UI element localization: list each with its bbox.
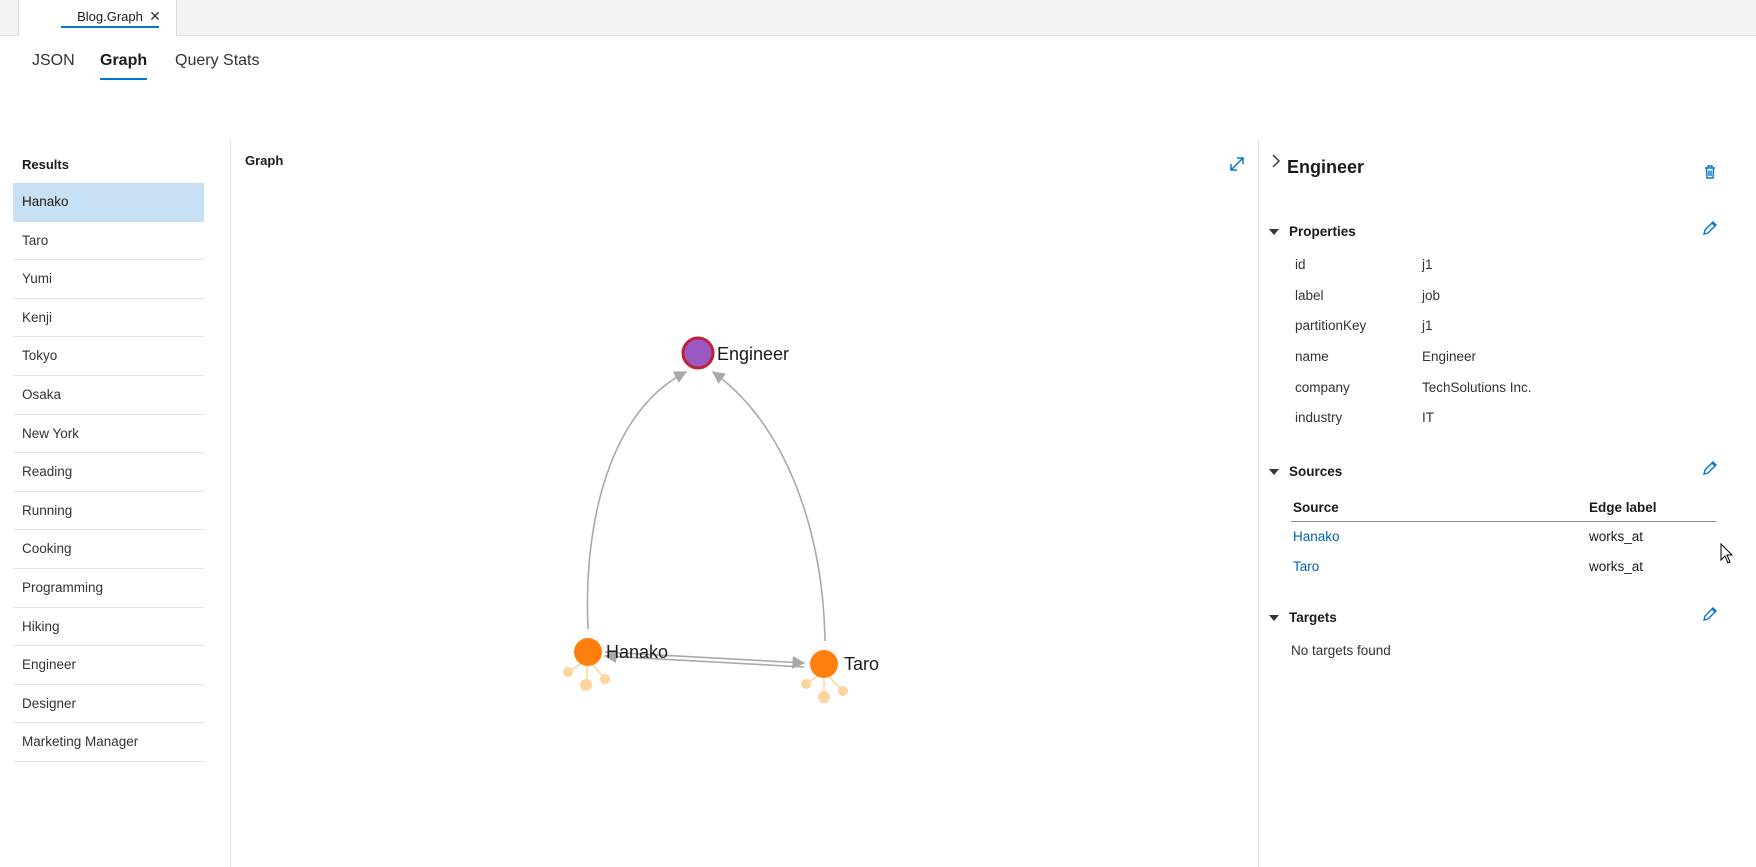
edge-label-cell: works_at bbox=[1589, 529, 1644, 544]
no-targets-message: No targets found bbox=[1291, 643, 1391, 658]
sources-section-toggle[interactable]: Sources bbox=[1269, 464, 1342, 479]
result-item-reading[interactable]: Reading bbox=[13, 453, 204, 492]
results-list: Hanako Taro Yumi Kenji Tokyo Osaka New Y… bbox=[13, 183, 204, 762]
edit-properties-pencil-icon[interactable] bbox=[1700, 218, 1720, 238]
close-icon[interactable]: ✕ bbox=[147, 8, 163, 26]
result-item-new-york[interactable]: New York bbox=[13, 415, 204, 454]
graph-heading: Graph bbox=[245, 153, 284, 168]
source-link-hanako[interactable]: Hanako bbox=[1293, 529, 1340, 544]
tab-strip-gutter bbox=[0, 0, 19, 36]
edge-label-cell: works_at bbox=[1589, 559, 1644, 574]
targets-heading: Targets bbox=[1289, 610, 1337, 625]
node-label-taro: Taro bbox=[844, 654, 879, 674]
delete-icon[interactable] bbox=[1700, 162, 1720, 182]
graph-panel: Engineer Hanako Taro Graph bbox=[231, 140, 1259, 867]
edit-targets-pencil-icon[interactable] bbox=[1700, 604, 1720, 624]
property-key: company bbox=[1295, 380, 1350, 395]
document-tab-strip: Blog.Graph ✕ bbox=[0, 0, 1756, 36]
graph-canvas[interactable]: Engineer Hanako Taro bbox=[231, 140, 1259, 867]
properties-section-toggle[interactable]: Properties bbox=[1269, 224, 1356, 239]
result-item-taro[interactable]: Taro bbox=[13, 222, 204, 261]
property-value: j1 bbox=[1422, 318, 1433, 333]
chevron-right-icon[interactable] bbox=[1269, 152, 1283, 170]
details-panel: Engineer Properties id j1 label job part… bbox=[1259, 140, 1756, 867]
column-header-edge-label: Edge label bbox=[1589, 500, 1657, 515]
result-item-kenji[interactable]: Kenji bbox=[13, 299, 204, 338]
source-link-taro[interactable]: Taro bbox=[1293, 559, 1319, 574]
sources-table-header: Source Edge label bbox=[1291, 496, 1716, 522]
document-tab-title[interactable]: Blog.Graph bbox=[61, 9, 159, 28]
tab-graph[interactable]: Graph bbox=[100, 52, 148, 80]
results-panel: Results Hanako Taro Yumi Kenji Tokyo Osa… bbox=[0, 140, 231, 867]
sources-table: Source Edge label Hanako works_at Taro w… bbox=[1291, 496, 1716, 582]
property-value: job bbox=[1422, 288, 1441, 303]
property-value: TechSolutions Inc. bbox=[1422, 380, 1532, 395]
result-item-programming[interactable]: Programming bbox=[13, 569, 204, 608]
tab-json[interactable]: JSON bbox=[32, 52, 75, 80]
targets-section-toggle[interactable]: Targets bbox=[1269, 610, 1337, 625]
result-item-marketing-manager[interactable]: Marketing Manager bbox=[13, 723, 204, 762]
tab-query-stats[interactable]: Query Stats bbox=[175, 52, 259, 80]
property-key: id bbox=[1295, 257, 1306, 272]
property-value: Engineer bbox=[1422, 349, 1477, 364]
table-row: Hanako works_at bbox=[1291, 522, 1716, 552]
mouse-cursor-icon bbox=[1720, 542, 1736, 565]
node-label-hanako: Hanako bbox=[606, 642, 668, 662]
result-item-designer[interactable]: Designer bbox=[13, 685, 204, 724]
property-value: j1 bbox=[1422, 257, 1433, 272]
result-item-running[interactable]: Running bbox=[13, 492, 204, 531]
result-item-engineer[interactable]: Engineer bbox=[13, 646, 204, 685]
sources-heading: Sources bbox=[1289, 464, 1343, 479]
edge-hanako-engineer[interactable] bbox=[586, 371, 688, 630]
node-hanako[interactable] bbox=[574, 638, 602, 666]
result-item-yumi[interactable]: Yumi bbox=[13, 260, 204, 299]
property-key: industry bbox=[1295, 410, 1343, 425]
view-tabs: JSON Graph Query Stats bbox=[0, 36, 1756, 86]
results-heading: Results bbox=[22, 157, 69, 172]
table-row: Taro works_at bbox=[1291, 552, 1716, 582]
property-key: name bbox=[1295, 349, 1329, 364]
collapse-triangle-icon bbox=[1269, 469, 1279, 476]
collapse-triangle-icon bbox=[1269, 229, 1279, 236]
property-key: label bbox=[1295, 288, 1324, 303]
node-engineer[interactable] bbox=[681, 336, 715, 370]
collapse-triangle-icon bbox=[1269, 615, 1279, 622]
result-item-tokyo[interactable]: Tokyo bbox=[13, 337, 204, 376]
edit-sources-pencil-icon[interactable] bbox=[1700, 458, 1720, 478]
expand-icon[interactable] bbox=[1227, 154, 1247, 174]
edge-taro-engineer[interactable] bbox=[711, 371, 826, 642]
node-label-engineer: Engineer bbox=[717, 344, 789, 364]
result-item-osaka[interactable]: Osaka bbox=[13, 376, 204, 415]
details-title: Engineer bbox=[1287, 157, 1365, 177]
column-header-source: Source bbox=[1293, 500, 1339, 515]
result-item-cooking[interactable]: Cooking bbox=[13, 530, 204, 569]
document-tab-blog-graph[interactable]: Blog.Graph ✕ bbox=[19, 0, 177, 36]
property-key: partitionKey bbox=[1295, 318, 1367, 333]
property-value: IT bbox=[1422, 410, 1434, 425]
node-taro[interactable] bbox=[810, 650, 838, 678]
properties-heading: Properties bbox=[1289, 224, 1356, 239]
result-item-hanako[interactable]: Hanako bbox=[13, 183, 204, 222]
result-item-hiking[interactable]: Hiking bbox=[13, 608, 204, 647]
